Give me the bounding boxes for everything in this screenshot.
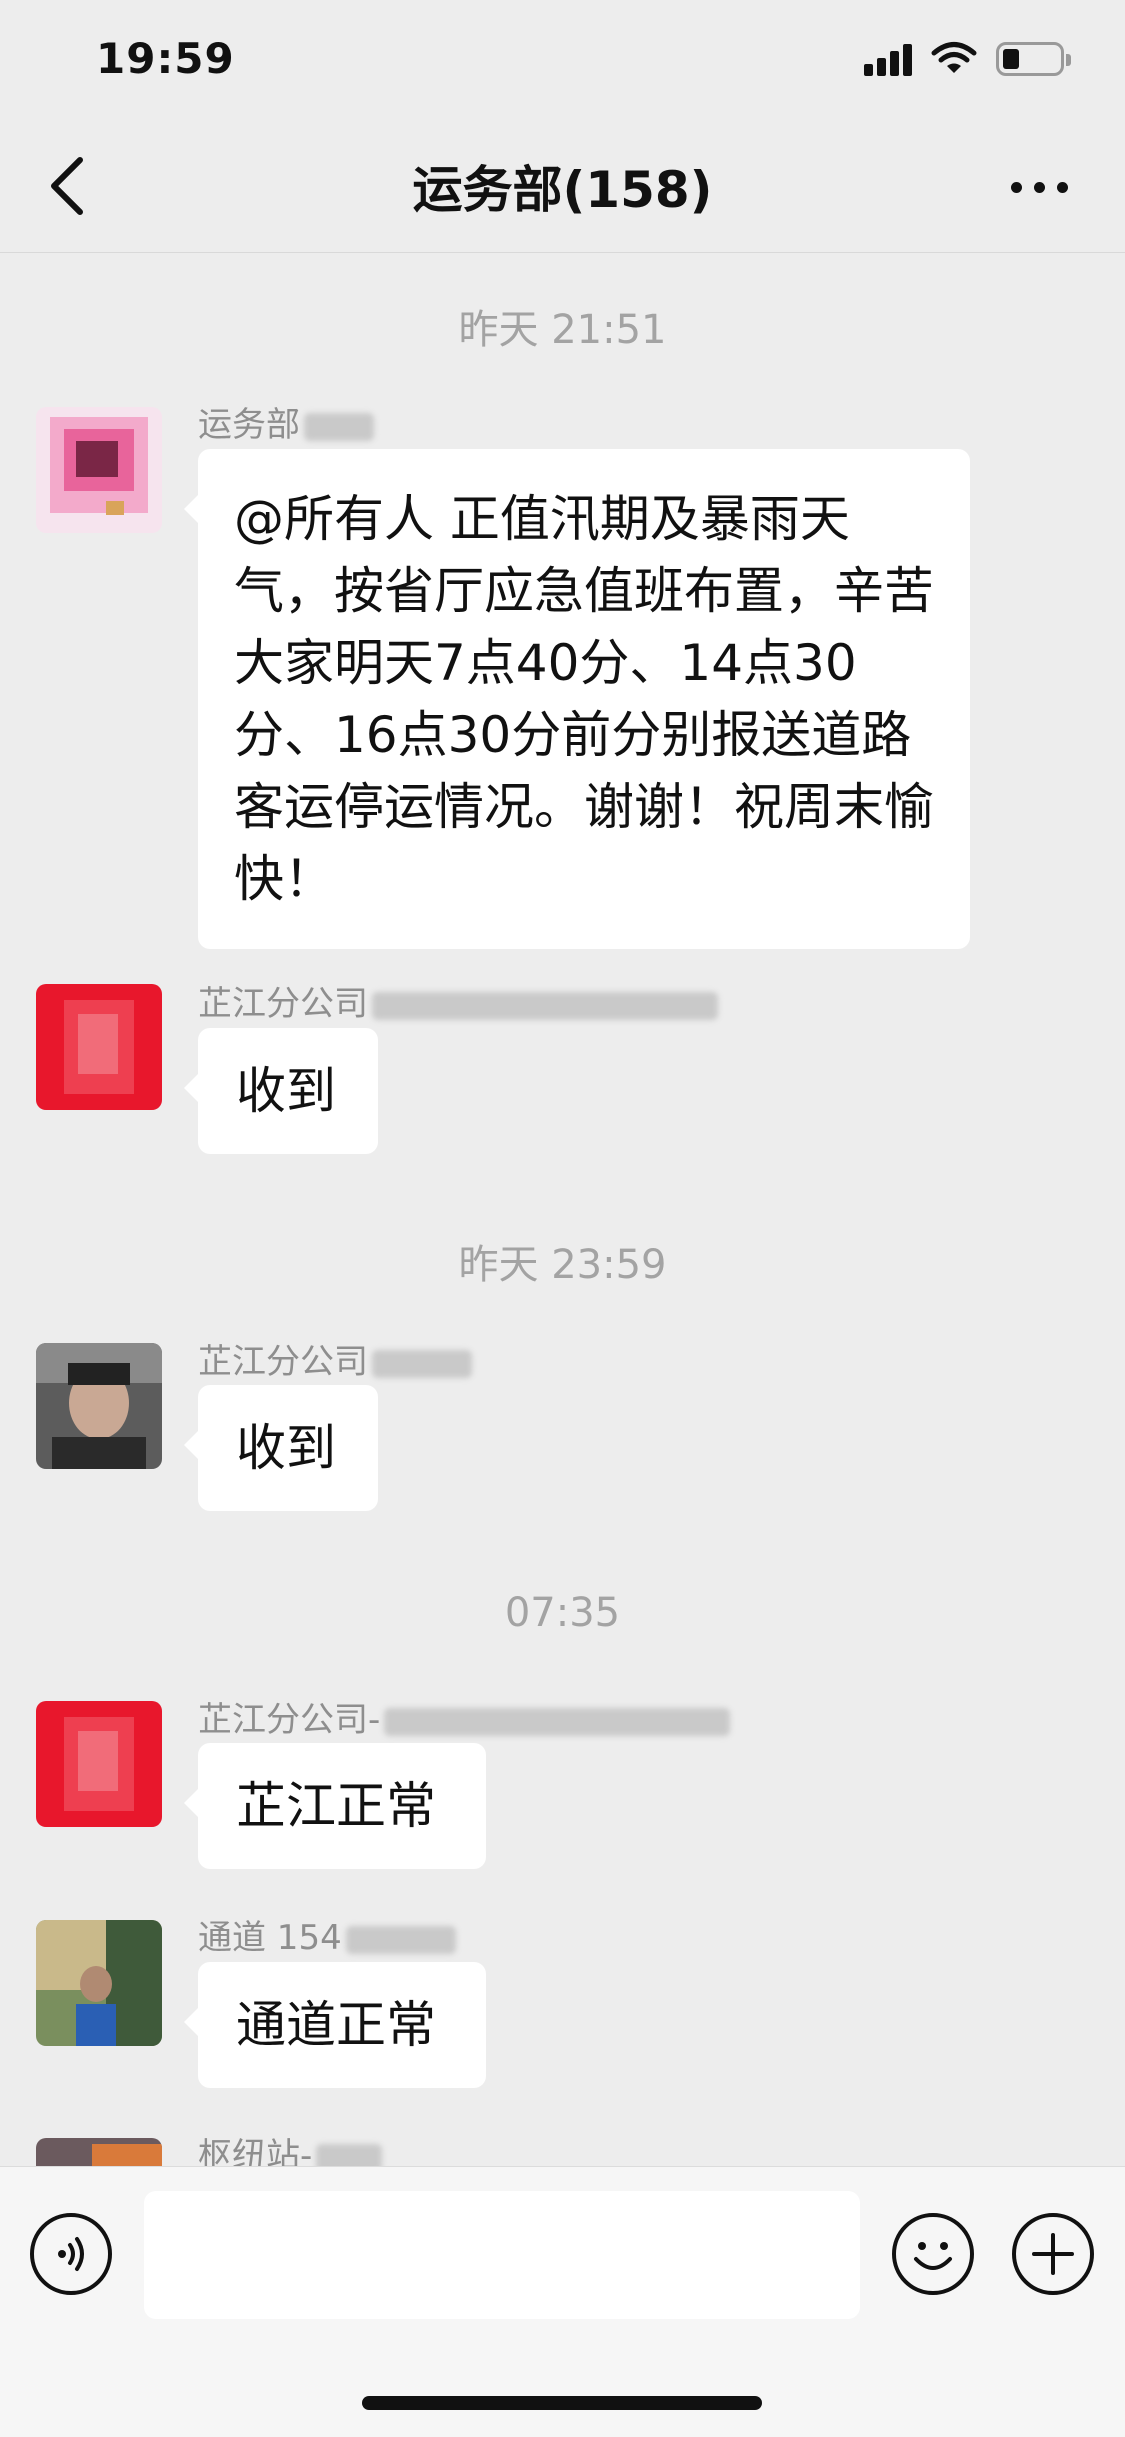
sender-name: 运务部 (198, 397, 374, 446)
message-bubble[interactable]: 通道正常 (184, 1962, 486, 2088)
avatar[interactable] (36, 984, 162, 1110)
nav-bar: 运务部(158) (0, 120, 1125, 253)
message-bubble[interactable]: 芷江正常 (184, 1743, 486, 1869)
redacted-text (372, 991, 718, 1020)
sender-name: 通道 154 (198, 1910, 456, 1959)
message-bubble[interactable]: @所有人 正值汛期及暴雨天气，按省厅应急值班布置，辛苦大家明天7点40分、14点… (184, 449, 970, 949)
chat-title: 运务部(158) (412, 161, 713, 219)
home-indicator (362, 2396, 762, 2410)
plus-icon[interactable] (1012, 2213, 1094, 2295)
redacted-text (372, 1349, 472, 1378)
avatar[interactable] (36, 1701, 162, 1827)
voice-icon[interactable] (30, 2213, 112, 2295)
chat-timestamp: 昨天 23:59 (458, 1242, 667, 1288)
status-bar: 19:59 (0, 0, 1125, 120)
status-time: 19:59 (96, 34, 235, 83)
chat-timestamp: 昨天 21:51 (458, 307, 667, 353)
message-bubble[interactable]: 收到 (184, 1028, 378, 1154)
avatar[interactable] (36, 407, 162, 533)
emoji-icon[interactable] (892, 2213, 974, 2295)
more-dots-icon[interactable] (1005, 170, 1075, 200)
redacted-text (304, 412, 374, 441)
avatar[interactable] (36, 1343, 162, 1469)
battery-icon (996, 42, 1071, 76)
chat-timestamp: 07:35 (504, 1590, 621, 1636)
avatar[interactable] (36, 2138, 162, 2166)
message-input[interactable] (144, 2191, 860, 2319)
sender-name: 芷江分公司 (198, 976, 718, 1025)
signal-icon (864, 44, 916, 76)
redacted-text (384, 1707, 731, 1736)
wifi-icon (931, 42, 977, 73)
sender-name: 芷江分公司- (198, 1692, 731, 1741)
sender-name: 芷江分公司 (198, 1334, 472, 1383)
redacted-text (345, 1925, 456, 1954)
message-bubble[interactable]: 收到 (184, 1385, 378, 1511)
avatar[interactable] (36, 1920, 162, 2046)
